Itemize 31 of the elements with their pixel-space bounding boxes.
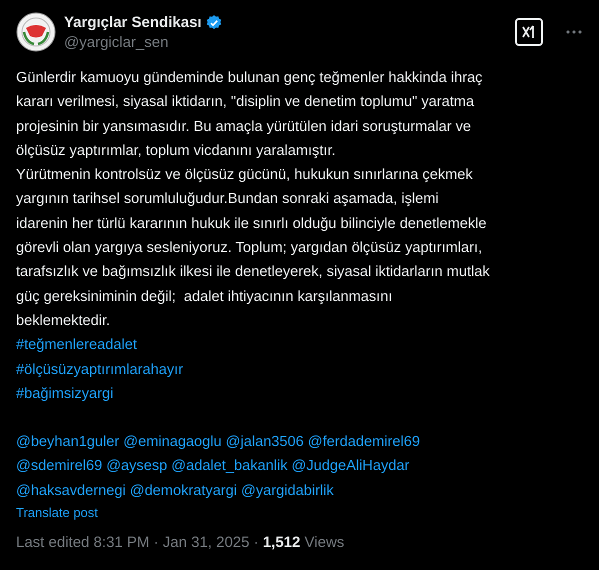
post-text: tarafsızlık ve bağımsızlık ilkesi ile denetleyerek, siyasal iktidarların mutlak [16, 263, 491, 282]
mention-link[interactable]: @ferdademirel69 [308, 430, 420, 454]
hashtag-link[interactable]: #bağimsizyargi [16, 382, 114, 406]
post-text: Yürütmenin kontrolsüz ve ölçüsüz gücünü, hukukun sınırlarına çekmek [16, 166, 474, 186]
post-text: Günlerdir kamuoyu gündeminde bulunan genç teğmenler hakkinda ihraç [16, 69, 484, 88]
mention-link[interactable]: @sdemirel69 [16, 454, 102, 479]
mention-link[interactable]: @aysesp [106, 454, 168, 479]
post-text: idarenin her türlü kararının hukuk ile sınırlı olduğu bilinciyle denetlemekle [16, 214, 488, 234]
mention-link[interactable]: @adalet_bakanlik [171, 454, 288, 479]
post-text: kararı verilmesi, siyasal iktidarın, "disiplin ve denetim toplumu" yaratma [16, 93, 476, 112]
post-text: yargının tarihsel sorumluluğudur.Bundan sonraki aşamada, işlemi [16, 190, 440, 210]
mention-link[interactable]: @demokratyargi [130, 478, 238, 504]
author-handle[interactable]: @yargiclar_sen [64, 34, 507, 50]
post-text: beklemektedir. [16, 312, 112, 331]
views-count: 1,512 [262, 534, 300, 552]
author-name[interactable]: Yargıçlar Sendikası [64, 14, 202, 31]
views-label: Views [304, 534, 344, 552]
post-text: görevli olan yargıya sesleniyoruz. Toplum; yargıdan ölçüsüz yaptırımları, [16, 239, 484, 258]
mention-link[interactable]: @yargidabirlik [241, 478, 334, 504]
mention-link[interactable]: @jalan3506 [226, 430, 304, 454]
mention-link[interactable]: @eminagaoglu [123, 430, 222, 454]
hashtag-link[interactable]: #ölçüsüzyaptırımlarahayır [16, 358, 184, 382]
post-text: güç gereksiniminin değil; adalet ihtiyacının karşılanmasını [16, 288, 394, 307]
mention-link[interactable]: @JudgeAliHaydar [292, 454, 410, 479]
edited-timestamp[interactable]: Last edited 8:31 PM · Jan 31, 2025 · [16, 534, 263, 552]
mention-link[interactable]: @haksavdernegi [16, 478, 126, 504]
translate-link[interactable]: Translate post [16, 505, 98, 520]
post-text: projesinin bir yansımasıdır. Bu amaçla yürütülen idari soruşturmalar ve [16, 118, 472, 137]
post-text: ölçüsüz yaptırımlar, toplum vicdanını yaralamıştır. [16, 142, 337, 161]
hashtag-link[interactable]: #teğmenlereadalet [16, 333, 137, 358]
mention-link[interactable]: @beyhan1guler [16, 430, 120, 454]
